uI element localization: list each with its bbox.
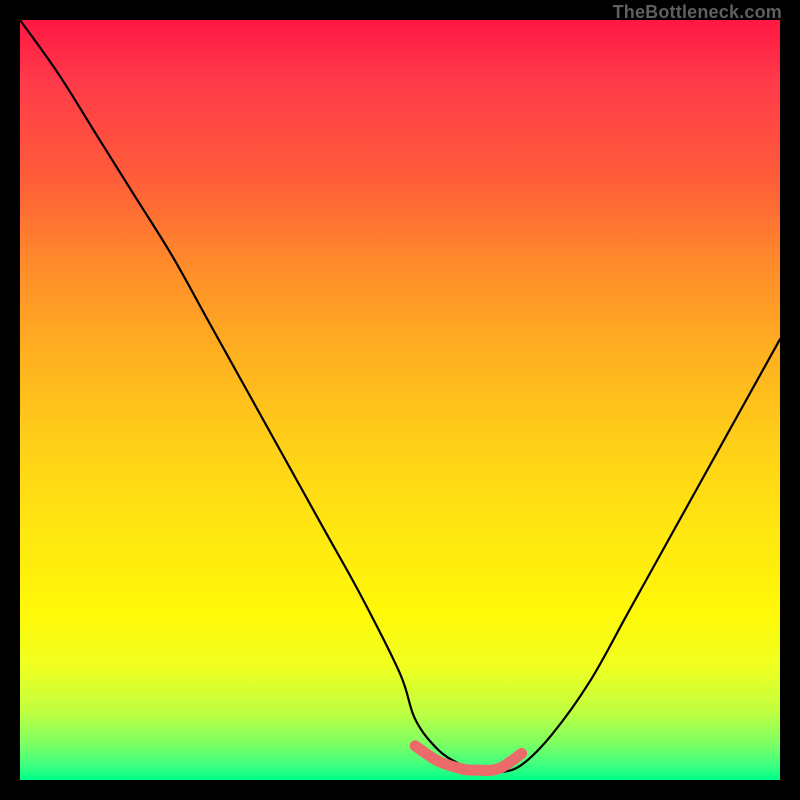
- plot-gradient-background: [20, 20, 780, 780]
- chart-container: TheBottleneck.com: [0, 0, 800, 800]
- attribution-label: TheBottleneck.com: [613, 2, 782, 23]
